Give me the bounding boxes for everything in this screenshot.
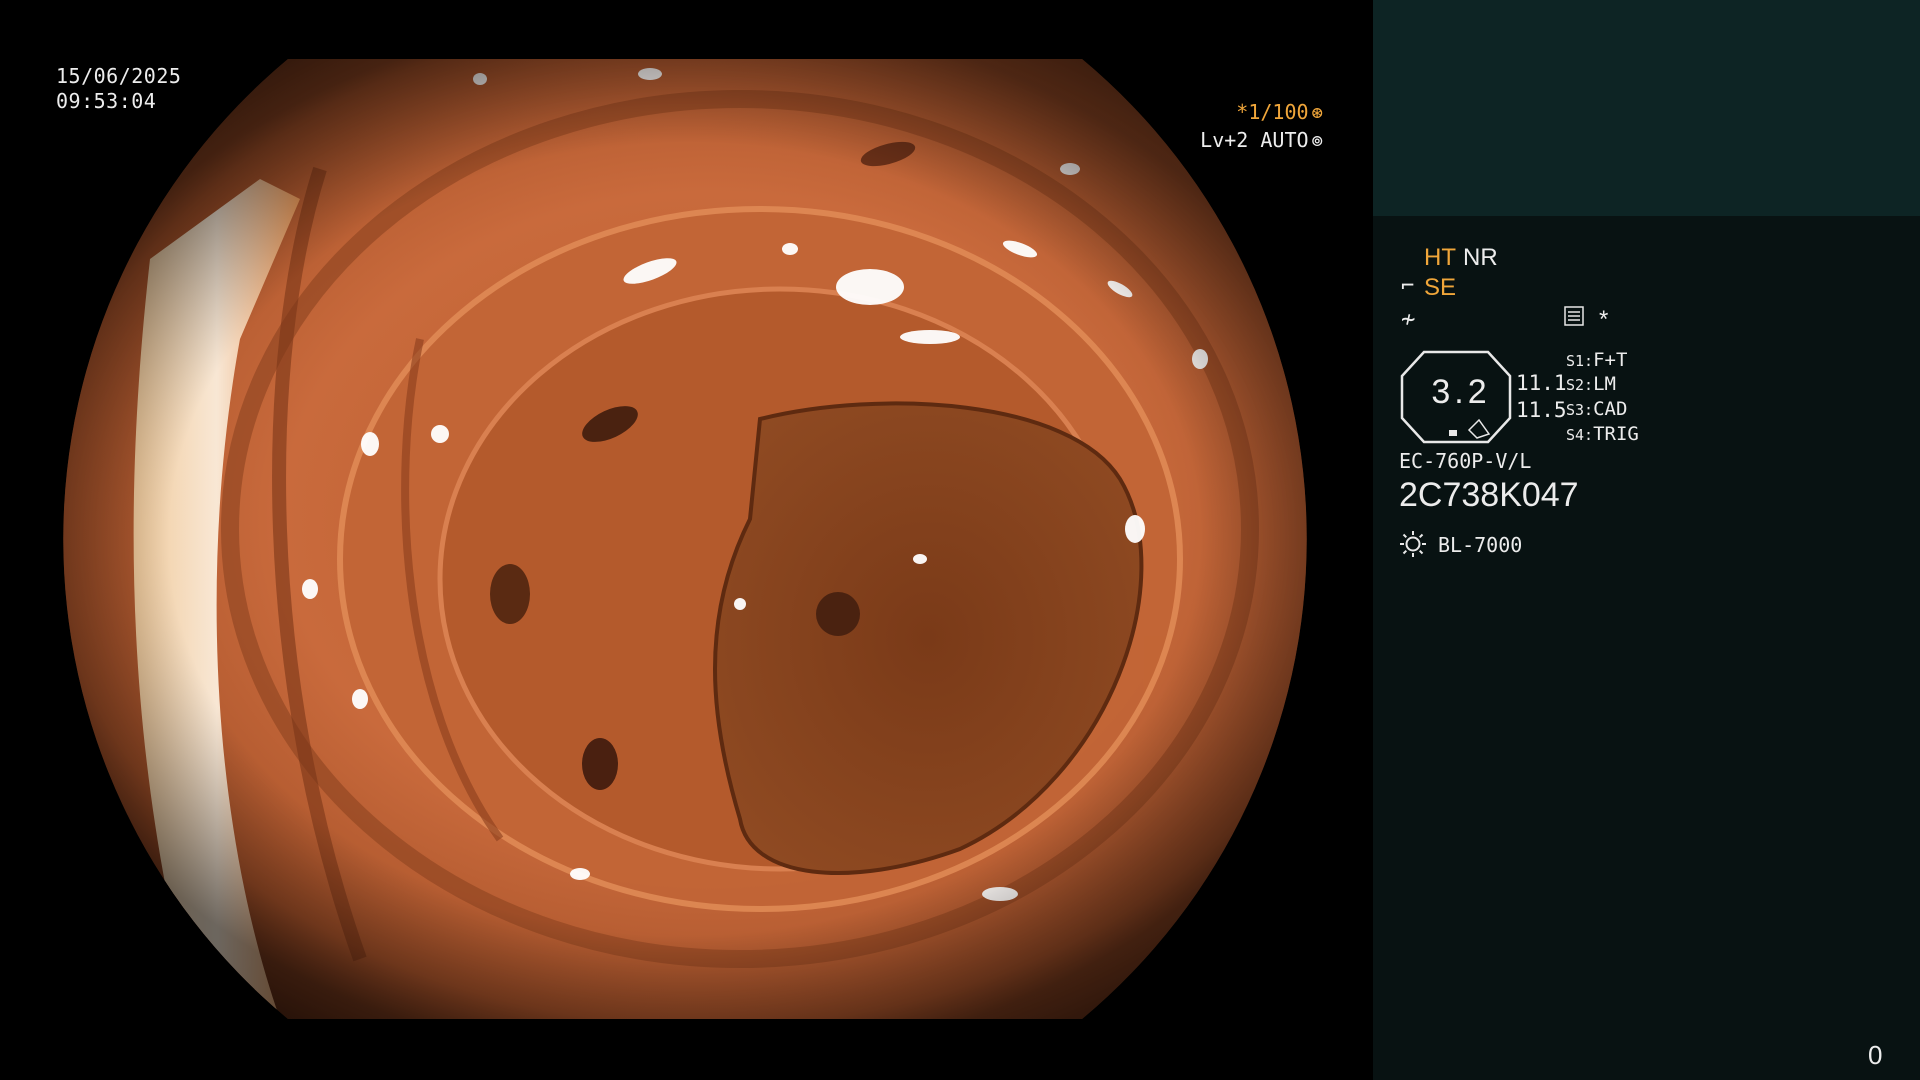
brightness-level-readout: Lv+2 AUTO ⊚ bbox=[1200, 128, 1323, 152]
switch-value: CAD bbox=[1593, 398, 1628, 420]
panel-top-area bbox=[1373, 0, 1920, 216]
shutter-readout: *1/100 ⊛ bbox=[1236, 100, 1323, 124]
switch-value: F+T bbox=[1593, 349, 1628, 371]
switch-key: S4: bbox=[1566, 426, 1594, 444]
ht-indicator: HT bbox=[1424, 244, 1456, 271]
switch-row-s2: S2:LM bbox=[1566, 373, 1616, 395]
switch-key: S1: bbox=[1566, 352, 1594, 370]
star-indicator: * bbox=[1599, 306, 1609, 333]
switch-row-s1: S1:F+T bbox=[1566, 349, 1627, 371]
switch-value: TRIG bbox=[1593, 423, 1639, 445]
document-menu-icon bbox=[1564, 306, 1584, 326]
light-source-icon bbox=[1400, 531, 1426, 557]
switch-key: S2: bbox=[1566, 376, 1594, 394]
aperture-icon: ⊛ bbox=[1311, 102, 1323, 124]
se-indicator: SE bbox=[1424, 274, 1457, 301]
switch-row-s3: S3:CAD bbox=[1566, 398, 1627, 420]
switch-key: S3: bbox=[1566, 401, 1594, 419]
value-1: 11.1 bbox=[1516, 371, 1567, 395]
scope-model: EC-760P-V/L bbox=[1399, 449, 1532, 473]
video-date: 15/06/2025 bbox=[56, 64, 182, 88]
signal-wave-icon: ≁ bbox=[1401, 305, 1416, 333]
gauge-value: 3.2 bbox=[1431, 373, 1491, 411]
switch-row-s4: S4:TRIG bbox=[1566, 423, 1639, 445]
light-source-label: BL-7000 bbox=[1438, 533, 1523, 557]
nr-indicator: NR bbox=[1463, 244, 1498, 271]
shutter-label: *1/100 bbox=[1236, 100, 1309, 124]
iris-icon: ⊚ bbox=[1311, 130, 1323, 152]
scope-serial: 2C738K047 bbox=[1399, 476, 1579, 514]
switch-value: LM bbox=[1593, 373, 1616, 395]
scope-angle-icon: ⌐ bbox=[1401, 274, 1415, 299]
video-time: 09:53:04 bbox=[56, 89, 157, 113]
info-panel: HT NR ⌐ SE ≁ * 3.2 11.1 11.5 S1:F+T S2:L… bbox=[1373, 0, 1920, 1080]
value-2: 11.5 bbox=[1516, 398, 1567, 422]
endoscope-video: 15/06/2025 09:53:04 *1/100 ⊛ Lv+2 AUTO ⊚ bbox=[0, 0, 1373, 1080]
level-label: Lv+2 AUTO bbox=[1200, 128, 1309, 152]
endoscope-image bbox=[63, 59, 1307, 1019]
corner-counter: 0 bbox=[1868, 1040, 1883, 1070]
